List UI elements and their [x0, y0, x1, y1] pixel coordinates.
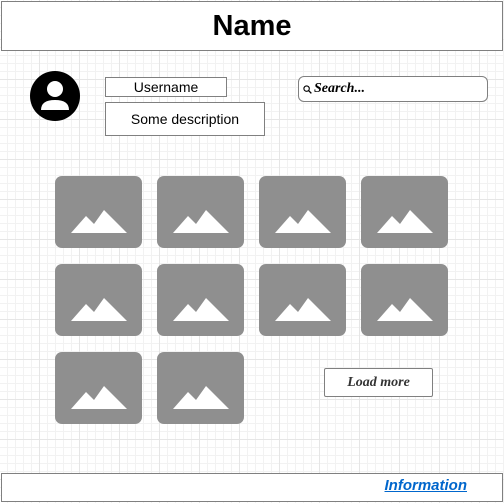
image-placeholder-icon	[274, 298, 331, 321]
load-more-button[interactable]: Load more	[324, 368, 433, 397]
image-placeholder-icon	[274, 210, 331, 233]
gallery-image[interactable]	[55, 264, 142, 336]
image-placeholder-icon	[376, 298, 433, 321]
image-placeholder-icon	[70, 210, 127, 233]
profile-description: Some description	[105, 102, 265, 136]
gallery-image[interactable]	[361, 264, 448, 336]
image-placeholder-icon	[70, 386, 127, 409]
gallery-image[interactable]	[55, 352, 142, 424]
page-header: Name	[1, 1, 503, 51]
gallery-image[interactable]	[157, 176, 244, 248]
user-avatar-icon[interactable]	[30, 71, 80, 121]
image-placeholder-icon	[172, 210, 229, 233]
gallery-image[interactable]	[361, 176, 448, 248]
gallery-image[interactable]	[55, 176, 142, 248]
image-placeholder-icon	[172, 386, 229, 409]
image-placeholder-icon	[70, 298, 127, 321]
page-title: Name	[212, 9, 292, 42]
search-input[interactable]	[314, 81, 484, 97]
image-placeholder-icon	[376, 210, 433, 233]
magnifier-icon	[303, 84, 312, 94]
page-footer: Information	[1, 473, 503, 502]
gallery-image[interactable]	[157, 264, 244, 336]
username-label: Username	[105, 77, 227, 97]
information-link[interactable]: Information	[385, 477, 468, 494]
search-box[interactable]	[298, 76, 488, 102]
gallery-image[interactable]	[259, 176, 346, 248]
gallery-image[interactable]	[157, 352, 244, 424]
image-placeholder-icon	[172, 298, 229, 321]
gallery-image[interactable]	[259, 264, 346, 336]
